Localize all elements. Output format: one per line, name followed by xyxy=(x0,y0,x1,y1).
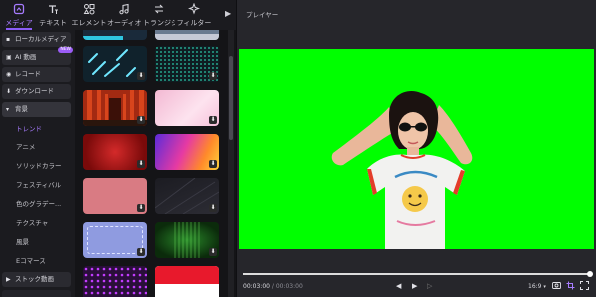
element-icon xyxy=(71,3,107,19)
player-title: プレイヤー xyxy=(246,11,279,19)
folder-icon: ▪ xyxy=(6,36,11,43)
category-sidebar: ▪ ローカルメディア ▣ AI 動画 NEW ◉ レコード ⬇ ダウンロード ▾ 背景 ト… xyxy=(0,30,75,297)
transition-icon xyxy=(143,3,175,19)
tab-element-label: エレメント xyxy=(71,19,107,27)
sidebar-subitem-landscape[interactable]: 風景 xyxy=(16,237,29,247)
record-icon: ◉ xyxy=(6,71,12,78)
tab-element[interactable]: エレメント xyxy=(71,0,107,30)
time-display: 00:03:00 / 00:03:00 xyxy=(243,283,303,290)
sidebar-subitem-solid-color[interactable]: ソリッドカラー xyxy=(16,161,62,171)
thumbnail[interactable]: ⬇ xyxy=(83,46,147,82)
sidebar-item-stock-video[interactable]: ▶ ストック動画 xyxy=(2,272,71,287)
sidebar-item-label: ローカルメディア xyxy=(15,35,67,43)
next-frame-icon[interactable]: ▷ xyxy=(427,281,432,291)
background-thumbnail-grid: ⬇ ⬇ ⬇ ⬇ ⬇ ⬇ ⬇ ⬇ ⬇ ⬇ xyxy=(75,30,236,297)
tab-media[interactable]: メディア xyxy=(2,0,36,30)
thumbnail[interactable]: ⬇ xyxy=(83,178,147,214)
aspect-ratio-selector[interactable]: 16:9 ▾ xyxy=(528,283,546,290)
ai-video-icon: ▣ xyxy=(6,54,12,61)
green-screen-background xyxy=(239,49,594,249)
sidebar-subitem-trend[interactable]: トレンド xyxy=(16,124,42,134)
sidebar-item-label: ダウンロード xyxy=(15,87,54,95)
download-icon[interactable]: ⬇ xyxy=(137,116,145,124)
filter-icon xyxy=(176,2,212,19)
tab-transition[interactable]: トランジション xyxy=(143,0,175,30)
text-icon xyxy=(37,3,69,19)
download-icon[interactable]: ⬇ xyxy=(137,160,145,168)
download-icon[interactable]: ⬇ xyxy=(137,72,145,80)
thumbnail[interactable]: ⬇ xyxy=(155,134,219,170)
chevron-right-icon[interactable]: ▶ xyxy=(225,8,234,20)
tab-audio[interactable]: オーディオ xyxy=(107,0,142,30)
stock-video-icon: ▶ xyxy=(6,276,11,283)
play-icon[interactable]: ▶ xyxy=(412,281,417,291)
previous-frame-icon[interactable]: ◀ xyxy=(396,281,401,291)
thumbnail[interactable]: ⬇ xyxy=(83,222,147,258)
audio-icon xyxy=(107,3,141,19)
tab-filter[interactable]: フィルター xyxy=(176,0,212,30)
tab-filter-label: フィルター xyxy=(176,19,212,27)
sidebar-item-partial[interactable] xyxy=(2,290,71,297)
download-icon[interactable]: ⬇ xyxy=(209,160,217,168)
sidebar-item-background[interactable]: ▾ 背景 xyxy=(2,102,71,117)
player-panel: プレイヤー 00:03:00 / 00:03:00 ◀ ▶ ▷ 16:9 ▾ xyxy=(236,0,596,297)
camera-snapshot-icon[interactable] xyxy=(552,281,561,292)
tab-transition-label: トランジション xyxy=(143,19,175,27)
media-icon xyxy=(2,3,36,19)
chevron-down-icon: ▾ xyxy=(543,284,546,290)
chevron-down-icon: ▾ xyxy=(6,106,10,113)
playback-progress-bar[interactable] xyxy=(243,273,590,275)
download-icon[interactable]: ⬇ xyxy=(209,72,217,80)
download-icon[interactable]: ⬇ xyxy=(137,248,145,256)
sidebar-item-label: ストック動画 xyxy=(15,275,54,283)
sidebar-item-label: AI 動画 xyxy=(15,53,37,61)
preview-canvas[interactable] xyxy=(239,49,594,249)
sidebar-item-ai-video[interactable]: ▣ AI 動画 NEW xyxy=(2,47,73,65)
thumbnail[interactable]: ⬇ xyxy=(155,90,219,126)
download-icon[interactable]: ⬇ xyxy=(137,204,145,212)
current-time: 00:03:00 xyxy=(243,283,270,290)
sidebar-subitem-texture[interactable]: テクスチャ xyxy=(16,218,48,228)
thumbnail[interactable]: ⬇ xyxy=(83,90,147,126)
tab-audio-label: オーディオ xyxy=(107,19,142,27)
sidebar-subitem-festival[interactable]: フェスティバル xyxy=(16,180,61,190)
total-time: 00:03:00 xyxy=(275,283,303,290)
sidebar-subitem-gradient[interactable]: 色のグラデー... xyxy=(16,199,61,209)
woman-cutout-image xyxy=(331,91,473,249)
sidebar-item-download[interactable]: ⬇ ダウンロード xyxy=(2,84,71,99)
new-badge: NEW xyxy=(58,47,73,53)
thumbnail[interactable]: ⬇ xyxy=(155,178,219,214)
sidebar-item-label: レコード xyxy=(15,70,41,78)
thumbnail[interactable] xyxy=(83,30,147,40)
download-icon[interactable]: ⬇ xyxy=(209,248,217,256)
thumbnail[interactable] xyxy=(155,266,219,297)
sidebar-subitem-ecommerce[interactable]: Eコマース xyxy=(16,256,46,266)
sidebar-item-label: 背景 xyxy=(15,105,28,113)
time-separator: / xyxy=(271,283,274,290)
download-icon[interactable]: ⬇ xyxy=(209,116,217,124)
tab-text-label: テキスト xyxy=(39,19,67,27)
download-icon: ⬇ xyxy=(6,88,12,95)
top-toolbar: メディア テキスト エレメント オーディオ トランジション フィルター ▶ xyxy=(0,0,236,30)
playback-scrubber-handle[interactable] xyxy=(587,271,593,277)
thumbnail[interactable] xyxy=(155,30,219,40)
thumbnail[interactable]: ⬇ xyxy=(83,134,147,170)
thumbnail[interactable]: ⬇ xyxy=(155,222,219,258)
aspect-ratio-value: 16:9 xyxy=(528,283,542,290)
tab-text[interactable]: テキスト xyxy=(37,0,69,30)
thumbnail[interactable]: ⬇ xyxy=(155,46,219,82)
sidebar-subitem-anime[interactable]: アニメ xyxy=(16,142,35,152)
thumbnail[interactable] xyxy=(83,266,147,297)
sidebar-item-local-media[interactable]: ▪ ローカルメディア xyxy=(2,32,71,47)
fullscreen-icon[interactable] xyxy=(580,281,589,293)
download-icon[interactable]: ⬇ xyxy=(209,204,217,212)
tab-media-label: メディア xyxy=(5,19,33,27)
sidebar-item-record[interactable]: ◉ レコード xyxy=(2,67,71,82)
crop-icon[interactable] xyxy=(566,281,575,293)
grid-scrollbar-thumb[interactable] xyxy=(229,56,233,140)
